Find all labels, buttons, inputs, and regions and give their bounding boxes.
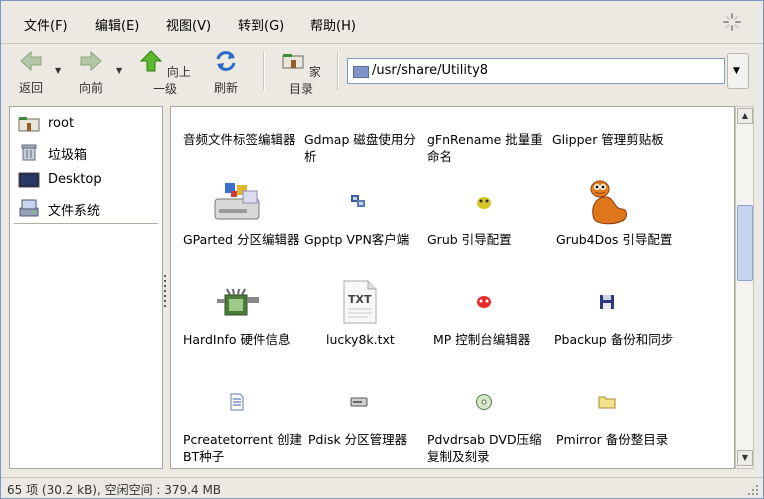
txt-file-icon: TXT — [343, 280, 377, 324]
scroll-up-button[interactable]: ▲ — [737, 108, 753, 124]
file-item-label: Pbackup 备份和同步 — [554, 332, 674, 347]
menu-bar: 文件(F) 编辑(E) 视图(V) 转到(G) 帮助(H) — [1, 1, 763, 43]
status-bar: 65 项 (30.2 kB), 空闲空间 : 379.4 MB — [1, 477, 763, 499]
file-manager-window: 文件(F) 编辑(E) 视图(V) 转到(G) 帮助(H) 返回 ▼ 向前 ▼ … — [0, 0, 764, 499]
menu-file[interactable]: 文件(F) — [24, 15, 68, 34]
file-item-label: Gdmap 磁盘使用分析 — [304, 132, 416, 164]
folder-icon — [353, 66, 369, 78]
file-item-label: gFnRename 批量重命名 — [427, 132, 543, 164]
file-item-label: Pdvdrsab DVD压缩复制及刻录 — [427, 432, 542, 464]
up-arrow-icon — [139, 50, 163, 72]
worm-icon — [590, 180, 627, 225]
home-button[interactable]: 家目录 — [279, 50, 323, 97]
file-item-label: Pcreatetorrent 创建BT种子 — [183, 432, 303, 464]
vpn-icon — [351, 195, 365, 207]
disk-icon — [350, 397, 368, 407]
forward-arrow-icon — [80, 50, 102, 72]
refresh-icon — [216, 51, 236, 71]
back-history-dropdown[interactable]: ▼ — [55, 66, 61, 75]
sidebar-item-label: Desktop — [48, 172, 102, 187]
chevron-down-icon: ▼ — [733, 66, 740, 76]
grub-icon — [477, 197, 491, 209]
pane-resize-handle[interactable] — [163, 275, 167, 311]
refresh-button[interactable]: 刷新 — [211, 50, 241, 96]
file-item-label: Pdisk 分区管理器 — [308, 432, 408, 447]
filesystem-icon — [19, 199, 39, 217]
places-sidebar: root 垃圾箱 Desktop 文件系统 — [9, 106, 163, 469]
home-folder-icon — [18, 117, 40, 132]
location-path: /usr/share/Utility8 — [372, 63, 489, 78]
forward-history-dropdown[interactable]: ▼ — [116, 66, 122, 75]
file-item-label: Grub4Dos 引导配置 — [556, 232, 673, 247]
sidebar-item-label: 文件系统 — [48, 204, 101, 219]
file-item-label: GParted 分区编辑器 — [183, 232, 300, 247]
location-bar[interactable]: /usr/share/Utility8 — [347, 58, 725, 84]
forward-label: 向前 — [78, 81, 103, 95]
menu-view[interactable]: 视图(V) — [166, 15, 211, 34]
sidebar-item-label: 垃圾箱 — [48, 148, 88, 163]
up-button[interactable]: 向上一级 — [137, 50, 193, 97]
toolbar-separator-2 — [337, 52, 339, 90]
file-item-label: Grub 引导配置 — [427, 232, 512, 247]
file-item-label: HardInfo 硬件信息 — [183, 332, 291, 347]
resize-grip-icon[interactable] — [747, 484, 759, 496]
cd-icon — [476, 394, 492, 410]
back-button[interactable]: 返回 — [15, 50, 47, 96]
toolbar-separator — [263, 52, 265, 90]
sidebar-item-label: root — [48, 116, 75, 131]
folder-icon — [598, 396, 616, 409]
sidebar-separator — [14, 223, 158, 224]
svg-text:TXT: TXT — [348, 293, 372, 306]
file-item-label: Gpptp VPN客户端 — [304, 232, 410, 247]
gparted-icon — [214, 183, 260, 220]
vertical-scrollbar[interactable]: ▲ ▼ — [735, 106, 754, 469]
menu-help[interactable]: 帮助(H) — [310, 15, 356, 34]
back-arrow-icon — [20, 50, 42, 72]
refresh-label: 刷新 — [213, 81, 238, 95]
forward-button[interactable]: 向前 — [75, 50, 107, 96]
file-item-label: Glipper 管理剪贴板 — [552, 132, 664, 147]
scroll-down-button[interactable]: ▼ — [737, 450, 753, 466]
file-item-label: 音频文件标签编辑器 — [183, 132, 296, 147]
file-item-label: MP 控制台编辑器 — [433, 332, 531, 347]
activity-spinner-icon — [723, 13, 741, 31]
document-icon — [230, 393, 244, 411]
scroll-thumb[interactable] — [737, 205, 753, 281]
status-text: 65 项 (30.2 kB), 空闲空间 : 379.4 MB — [7, 483, 222, 497]
mp-icon — [477, 296, 491, 308]
floppy-icon — [600, 295, 614, 309]
menu-go[interactable]: 转到(G) — [238, 15, 284, 34]
location-dropdown-button[interactable]: ▼ — [727, 53, 749, 89]
menu-edit[interactable]: 编辑(E) — [95, 15, 139, 34]
desktop-icon — [18, 172, 40, 188]
home-folder-icon — [282, 54, 304, 69]
file-icon-view: 音频文件标签编辑器 Gdmap 磁盘使用分析 gFnRename 批量重命名 G… — [170, 106, 735, 469]
file-item-label: Pmirror 备份整目录 — [556, 432, 669, 447]
file-item-label: lucky8k.txt — [326, 332, 395, 347]
back-label: 返回 — [18, 81, 43, 95]
trash-icon — [21, 144, 37, 161]
hardinfo-icon — [217, 288, 259, 316]
